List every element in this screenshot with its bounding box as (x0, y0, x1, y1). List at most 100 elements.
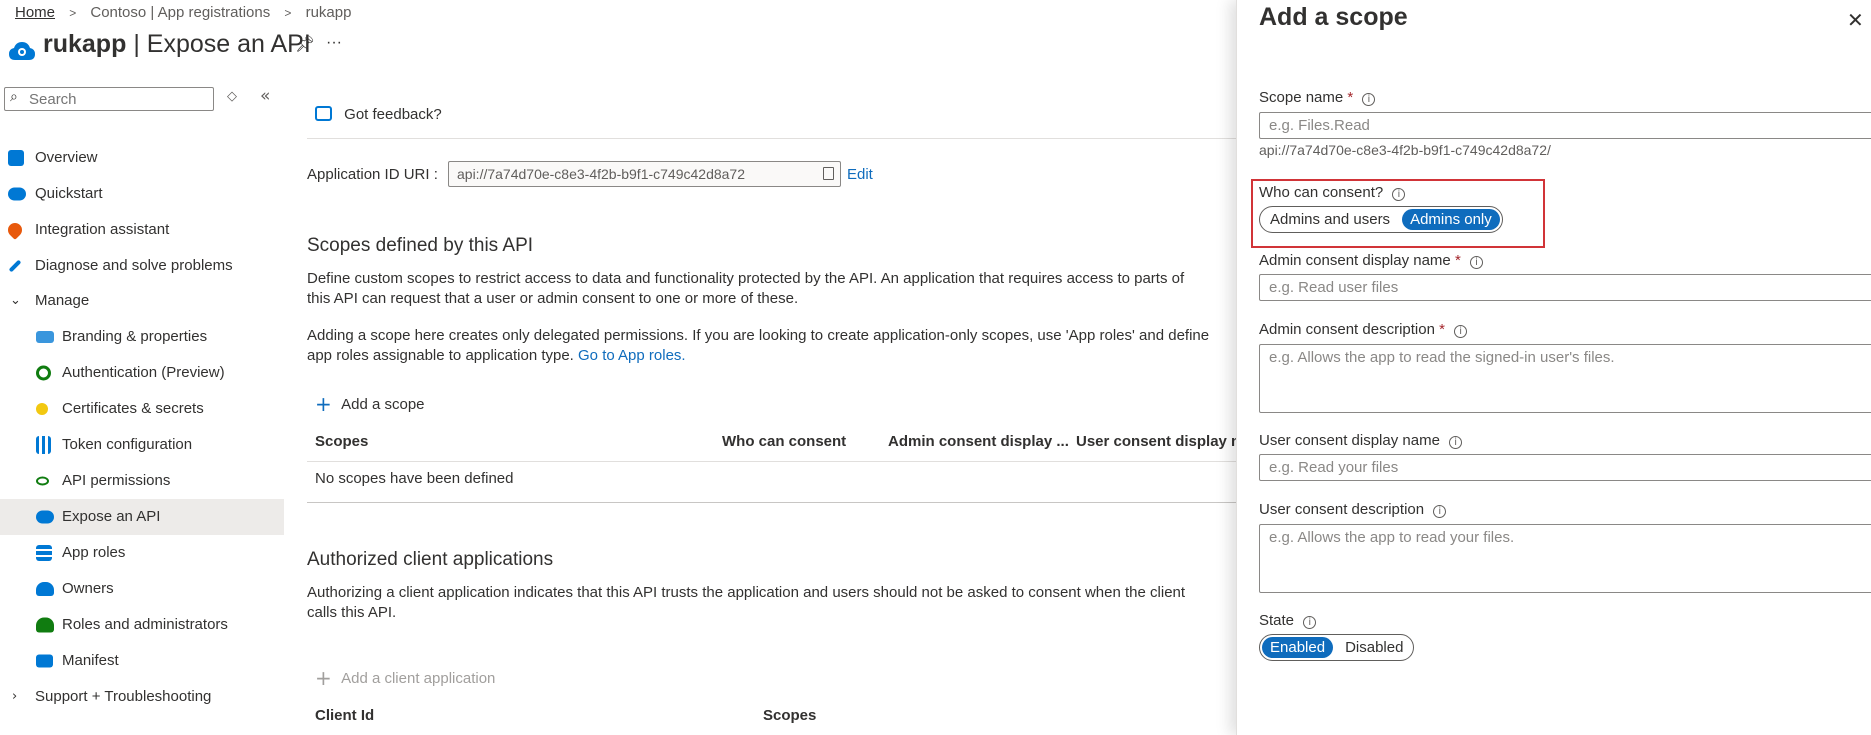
table-header-divider (307, 461, 1237, 462)
info-icon[interactable]: i (1449, 436, 1463, 449)
user-desc-textarea[interactable] (1260, 525, 1871, 592)
go-to-app-roles-link[interactable]: Go to App roles. (578, 347, 686, 364)
info-icon[interactable]: i (1392, 188, 1406, 201)
sidebar-group-support[interactable]: › Support + Troubleshooting (0, 679, 284, 715)
more-options-button[interactable]: ··· (326, 34, 342, 52)
label-text: Scope name (1259, 89, 1344, 106)
panel-title: Add a scope (1259, 3, 1408, 31)
chevron-right-icon: › (12, 689, 18, 704)
user-desc-field[interactable] (1259, 524, 1871, 593)
sidebar-item-label: Certificates & secrets (62, 400, 204, 417)
required-mark: * (1439, 321, 1445, 338)
who-can-consent-label: Who can consent? i (1259, 184, 1406, 201)
add-client-application-button[interactable]: + Add a client application (315, 666, 495, 690)
sidebar-item-label: Token configuration (62, 436, 193, 453)
sidebar-item-diagnose[interactable]: Diagnose and solve problems (0, 248, 284, 284)
add-scope-button[interactable]: + Add a scope (315, 392, 425, 416)
sidebar-item-label: Roles and administrators (62, 616, 228, 633)
sidebar-item-owners[interactable]: Owners (0, 571, 284, 607)
sidebar-group-manage[interactable]: ⌄ Manage (0, 283, 284, 319)
sidebar-item-label: Manifest (62, 652, 119, 669)
info-icon[interactable]: i (1454, 325, 1468, 338)
sidebar-item-expose-an-api[interactable]: Expose an API (0, 499, 284, 535)
cloud-icon (8, 187, 26, 201)
feedback-button[interactable]: Got feedback? (315, 106, 442, 123)
feedback-label: Got feedback? (344, 106, 442, 123)
scopes-section-title: Scopes defined by this API (307, 235, 534, 256)
sidebar-item-api-permissions[interactable]: API permissions (0, 463, 284, 499)
people-icon (36, 582, 54, 596)
admin-desc-field[interactable] (1259, 344, 1871, 413)
column-user-consent-display: User consent display na... (1076, 433, 1236, 450)
admin-desc-textarea[interactable] (1260, 345, 1871, 412)
column-scopes: Scopes (315, 433, 369, 450)
app-id-uri-field[interactable]: api://7a74d70e-c8e3-4f2b-b9f1-c749c42d8a… (448, 161, 841, 187)
user-desc-label: User consent description i (1259, 501, 1447, 518)
info-icon[interactable]: i (1303, 616, 1317, 629)
wrench-icon (8, 259, 22, 273)
add-icon: + (315, 666, 332, 690)
grid-icon (36, 545, 52, 561)
required-mark: * (1454, 252, 1461, 269)
user-display-input[interactable] (1260, 455, 1871, 480)
add-scope-panel: Add a scope ✕ Scope name * i api://7a74d… (1236, 0, 1871, 735)
consent-toggle[interactable]: Admins and users Admins only (1259, 206, 1503, 233)
scopes-note: Adding a scope here creates only delegat… (307, 326, 1237, 368)
state-option-disabled[interactable]: Disabled (1337, 637, 1411, 658)
key-icon (36, 403, 48, 415)
column-admin-consent-display: Admin consent display ... (888, 433, 1069, 450)
scope-name-input[interactable] (1260, 113, 1871, 138)
admin-display-field[interactable] (1259, 274, 1871, 301)
sidebar-item-label: Expose an API (62, 508, 161, 525)
scope-uri-preview: api://7a74d70e-c8e3-4f2b-b9f1-c749c42d8a… (1259, 142, 1551, 158)
user-display-field[interactable] (1259, 454, 1871, 481)
sidebar-item-quickstart[interactable]: Quickstart (0, 176, 284, 212)
sidebar-item-label: Manage (35, 292, 90, 309)
sidebar-item-app-roles[interactable]: App roles (0, 535, 284, 571)
sidebar-item-branding[interactable]: Branding & properties (0, 319, 284, 355)
sidebar-item-manifest[interactable]: Manifest (0, 643, 284, 679)
feedback-icon (315, 106, 332, 121)
label-text: User consent display name (1259, 432, 1440, 449)
admin-display-input[interactable] (1260, 275, 1871, 300)
sidebar-item-label: Integration assistant (35, 221, 170, 238)
label-text: Admin consent display name (1259, 252, 1451, 269)
sidebar-item-label: API permissions (62, 472, 171, 489)
clients-section-title: Authorized client applications (307, 549, 554, 570)
add-client-label: Add a client application (341, 670, 496, 687)
edit-link[interactable]: Edit (847, 166, 873, 183)
label-text: User consent description (1259, 501, 1425, 518)
sidebar-item-roles-administrators[interactable]: Roles and administrators (0, 607, 284, 643)
scope-name-label: Scope name * i (1259, 89, 1376, 106)
pin-icon[interactable]: 📌︎ (295, 34, 315, 53)
empty-scopes-message: No scopes have been defined (315, 470, 514, 487)
sidebar-item-label: Diagnose and solve problems (35, 257, 233, 274)
scopes-note-text: Adding a scope here creates only delegat… (307, 327, 1210, 364)
cloud-gear-icon (36, 510, 54, 524)
sidebar-item-token-configuration[interactable]: Token configuration (0, 427, 284, 463)
info-icon[interactable]: i (1433, 505, 1447, 518)
admin-display-label: Admin consent display name * i (1259, 252, 1483, 269)
consent-option-admins-only[interactable]: Admins only (1402, 209, 1500, 230)
sidebar-item-integration-assistant[interactable]: Integration assistant (0, 212, 284, 248)
toolbar-divider (307, 138, 1237, 139)
close-icon[interactable]: ✕ (1847, 8, 1864, 32)
add-scope-label: Add a scope (341, 396, 425, 413)
token-icon (36, 436, 51, 454)
branding-icon (36, 331, 54, 343)
copy-icon[interactable] (823, 167, 834, 180)
state-option-enabled[interactable]: Enabled (1262, 637, 1334, 658)
scope-name-field[interactable] (1259, 112, 1871, 139)
column-client-scopes: Scopes (763, 707, 817, 724)
info-icon[interactable]: i (1362, 93, 1376, 106)
sidebar-item-overview[interactable]: Overview (0, 140, 284, 176)
info-icon[interactable]: i (1469, 256, 1483, 269)
state-toggle[interactable]: Enabled Disabled (1259, 634, 1415, 661)
app-id-uri-value: api://7a74d70e-c8e3-4f2b-b9f1-c749c42d8a… (457, 166, 746, 182)
sidebar-item-authentication[interactable]: Authentication (Preview) (0, 355, 284, 391)
user-role-icon (36, 617, 54, 633)
sidebar-item-certificates[interactable]: Certificates & secrets (0, 391, 284, 427)
label-text: Who can consent? (1259, 184, 1384, 201)
consent-option-admins-users[interactable]: Admins and users (1262, 209, 1398, 230)
column-client-id: Client Id (315, 707, 375, 724)
